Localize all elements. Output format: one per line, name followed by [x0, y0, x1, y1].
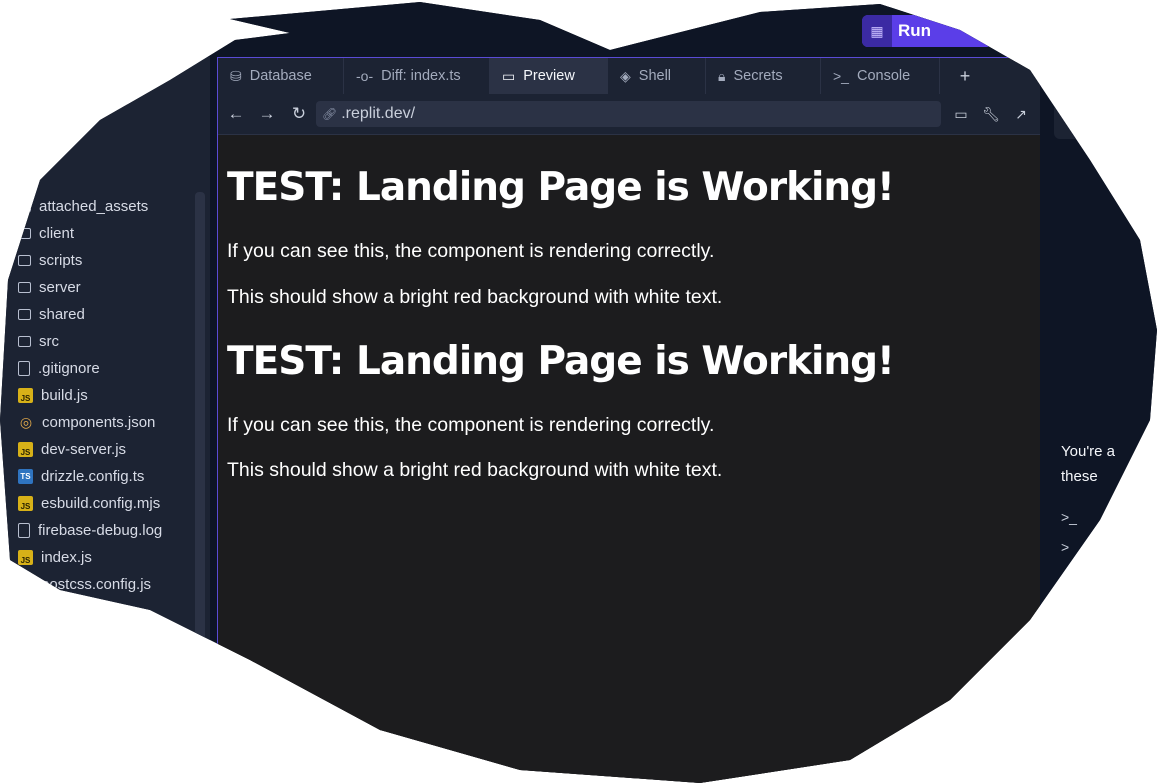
file-name: firebase-debug.log [38, 522, 163, 539]
file-tree-item[interactable]: TS drizzle.config.ts [18, 463, 162, 490]
file-name: postcss.config.js [41, 576, 152, 593]
url-bar: ← → ↻ 🔗︎ .replit.dev/ ▭ 🔧︎ ↗ [218, 94, 1040, 135]
javascript-file-icon: JS [18, 496, 33, 511]
git-diff-icon: -o- [356, 68, 374, 84]
file-name: index.js [41, 549, 92, 566]
refresh-icon[interactable]: ↻ [288, 103, 310, 125]
terminal-icon: >_ [833, 68, 849, 84]
javascript-file-icon: JS [18, 550, 33, 565]
run-button[interactable]: ▦ Run [862, 15, 992, 47]
external-link-icon[interactable]: ↗ [1010, 103, 1032, 125]
javascript-file-icon: JS [18, 577, 33, 592]
run-button-label: Run [898, 21, 932, 40]
tab-diff[interactable]: -o- Diff: index.ts [344, 58, 490, 94]
file-icon [18, 361, 30, 376]
tab-label: Preview [523, 68, 575, 84]
paragraph: If you can see this, the component is re… [227, 414, 715, 436]
javascript-file-icon: JS [18, 388, 33, 403]
chevron-right-icon[interactable]: > [1061, 539, 1069, 555]
file-tree-item[interactable]: ◎ components.json [18, 409, 162, 436]
file-tree-item[interactable]: src [18, 328, 162, 355]
file-name: server [39, 279, 81, 296]
sidebar-scrollbar[interactable] [195, 192, 205, 702]
paragraph: This should show a bright red background… [227, 286, 723, 308]
file-name: src [39, 333, 59, 350]
json-file-icon: ◎ [19, 414, 33, 430]
file-tree-item[interactable]: server [18, 274, 162, 301]
tab-label: Diff: index.ts [381, 68, 461, 84]
file-name: build.js [41, 387, 88, 404]
file-tree-item[interactable]: shared [18, 301, 162, 328]
file-tree-item[interactable]: JS postcss.config.js [18, 571, 162, 598]
file-name: attached_assets [39, 198, 149, 215]
shell-icon: ◈ [620, 67, 631, 84]
paragraph: If you can see this, the component is re… [227, 240, 715, 262]
file-name: components.json [42, 414, 156, 431]
terminal-icon[interactable]: >_ [1061, 509, 1077, 525]
wrench-icon[interactable]: 🔧︎ [980, 103, 1002, 125]
folder-icon [18, 309, 31, 320]
folder-icon [18, 255, 31, 266]
file-name: .gitignore [38, 360, 100, 377]
file-name: scripts [39, 252, 83, 269]
url-text: .replit.dev/ [341, 105, 416, 122]
file-name: client [39, 225, 75, 242]
file-name: shared [39, 306, 85, 323]
tab-console[interactable]: >_ Console [821, 58, 940, 94]
plus-icon: + [959, 65, 971, 86]
agent-message-line: You're a [1061, 443, 1116, 460]
file-tree-item[interactable]: scripts [18, 247, 162, 274]
devices-icon[interactable]: ▭ [950, 103, 972, 125]
tab-secrets[interactable]: 🔒︎ Secrets [706, 58, 821, 94]
typescript-file-icon: TS [18, 469, 33, 484]
top-bar: ▦ Run [0, 2, 1157, 57]
preview-content: TEST: Landing Page is Working! If you ca… [218, 135, 1040, 783]
file-tree-item[interactable]: JS dev-server.js [18, 436, 162, 463]
tab-label: Console [856, 68, 911, 84]
javascript-file-icon: JS [18, 442, 33, 457]
url-input[interactable]: 🔗︎ .replit.dev/ [316, 101, 941, 127]
add-tab-button[interactable]: + [940, 58, 990, 94]
tab-bar: ⛁ Database -o- Diff: index.ts ▭ Preview ◈ Sh… [218, 58, 1040, 94]
database-icon: ⛁ [230, 67, 242, 84]
folder-icon [18, 282, 31, 293]
preview-pane: ⛁ Database -o- Diff: index.ts ▭ Preview ◈ Sh… [217, 57, 1041, 783]
page-heading: TEST: Landing Page is Working! [227, 165, 895, 210]
tab-shell[interactable]: ◈ Shell [608, 58, 706, 94]
file-tree-item[interactable]: JS build.js [18, 382, 162, 409]
run-icon: ▦ [862, 15, 892, 47]
folder-icon [18, 201, 31, 212]
lock-icon: 🔒︎ [718, 67, 726, 84]
visible-region: ▦ Run ▲ attached_assets client scripts s… [0, 2, 1157, 783]
tab-database[interactable]: ⛁ Database [218, 58, 344, 94]
file-name: dev-server.js [41, 441, 127, 458]
file-tree-item[interactable]: JS esbuild.config.mjs [18, 490, 162, 517]
file-tree-item[interactable]: JS index.js [18, 544, 162, 571]
folder-icon [18, 336, 31, 347]
file-icon [18, 523, 30, 538]
agent-header-box [1054, 97, 1157, 139]
forward-arrow-icon[interactable]: → [256, 103, 278, 125]
file-name: drizzle.config.ts [41, 468, 145, 485]
link-icon: 🔗︎ [322, 107, 338, 121]
file-tree-item[interactable]: .gitignore [18, 355, 162, 382]
file-tree-item[interactable]: firebase-debug.log [18, 517, 162, 544]
paragraph: This should show a bright red background… [227, 459, 723, 481]
tab-label: Secrets [733, 68, 783, 84]
tab-preview[interactable]: ▭ Preview [490, 58, 608, 94]
tab-label: Shell [638, 68, 672, 84]
agent-message-line: these [1061, 468, 1098, 485]
file-tree-item[interactable]: client [18, 220, 162, 247]
file-tree-item[interactable]: attached_assets [18, 193, 162, 220]
agent-panel: You're a these >_ > [1040, 57, 1157, 783]
page-heading: TEST: Landing Page is Working! [227, 339, 895, 384]
back-arrow-icon[interactable]: ← [225, 103, 247, 125]
monitor-icon: ▭ [502, 67, 516, 84]
tab-label: Database [249, 68, 312, 84]
file-tree: attached_assets client scripts server sh… [18, 193, 162, 598]
folder-icon [18, 228, 31, 239]
file-name: esbuild.config.mjs [41, 495, 161, 512]
